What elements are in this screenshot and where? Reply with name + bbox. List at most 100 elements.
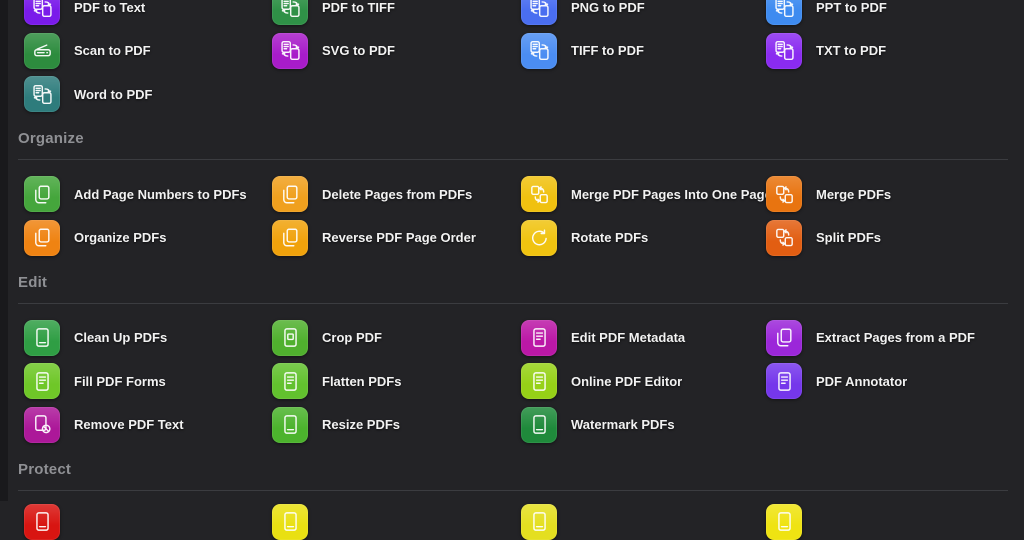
resize-pdfs-icon <box>272 407 308 443</box>
tool-label: Crop PDF <box>322 330 382 345</box>
tool-label: SVG to PDF <box>322 43 395 58</box>
tool-label: Add Page Numbers to PDFs <box>74 187 247 202</box>
reverse-pdf-page-order-icon <box>272 220 308 256</box>
tool-label: PDF to TIFF <box>322 0 395 15</box>
protect-tool-3-icon <box>521 504 557 540</box>
word-to-pdf-icon <box>24 76 60 112</box>
tool-pdf-annotator[interactable]: PDF Annotator <box>766 363 1008 399</box>
tool-label: Remove PDF Text <box>74 417 184 432</box>
tool-png-to-pdf[interactable]: PNG to PDF <box>521 0 766 25</box>
section-divider <box>18 490 1008 491</box>
tool-label: Extract Pages from a PDF <box>816 330 975 345</box>
svg-to-pdf-icon <box>272 33 308 69</box>
tool-fill-pdf-forms[interactable]: Fill PDF Forms <box>24 363 272 399</box>
tool-remove-pdf-text[interactable]: Remove PDF Text <box>24 407 272 443</box>
tool-crop-pdf[interactable]: Crop PDF <box>272 320 521 356</box>
split-pdfs-icon <box>766 220 802 256</box>
section-organize: Organize Add Page Numbers to PDFs Delete … <box>18 130 1008 256</box>
tool-label: PPT to PDF <box>816 0 887 15</box>
section-divider <box>18 303 1008 304</box>
tool-resize-pdfs[interactable]: Resize PDFs <box>272 407 521 443</box>
tool-extract-pages-from-a-pdf[interactable]: Extract Pages from a PDF <box>766 320 1008 356</box>
protect-tool-4-icon <box>766 504 802 540</box>
tool-merge-pdf-pages-into-one-page[interactable]: Merge PDF Pages Into One Page <box>521 176 766 212</box>
tool-pdf-to-text[interactable]: PDF to Text <box>24 0 272 25</box>
tool-label: Edit PDF Metadata <box>571 330 685 345</box>
pdf-to-tiff-icon <box>272 0 308 25</box>
tool-label: PDF to Text <box>74 0 145 15</box>
tool-protect-tool-1[interactable] <box>24 504 272 540</box>
tool-reverse-pdf-page-order[interactable]: Reverse PDF Page Order <box>272 220 521 256</box>
section-divider <box>18 159 1008 160</box>
convert-grid: PDF to Text PDF to TIFF PNG to PDF PPT to P… <box>24 0 1008 112</box>
tool-word-to-pdf[interactable]: Word to PDF <box>24 76 272 112</box>
tool-organize-pdfs[interactable]: Organize PDFs <box>24 220 272 256</box>
tool-label: Merge PDF Pages Into One Page <box>571 187 772 202</box>
tool-label: Watermark PDFs <box>571 417 675 432</box>
remove-pdf-text-icon <box>24 407 60 443</box>
tool-protect-tool-4[interactable] <box>766 504 1008 540</box>
tool-rotate-pdfs[interactable]: Rotate PDFs <box>521 220 766 256</box>
png-to-pdf-icon <box>521 0 557 25</box>
tool-split-pdfs[interactable]: Split PDFs <box>766 220 1008 256</box>
tool-label: Delete Pages from PDFs <box>322 187 472 202</box>
tool-tiff-to-pdf[interactable]: TIFF to PDF <box>521 33 766 69</box>
clean-up-pdfs-icon <box>24 320 60 356</box>
txt-to-pdf-icon <box>766 33 802 69</box>
tool-label: PNG to PDF <box>571 0 645 15</box>
tool-label: Resize PDFs <box>322 417 400 432</box>
edit-grid: Clean Up PDFs Crop PDF Edit PDF Metadata Ex… <box>24 320 1008 443</box>
tool-online-pdf-editor[interactable]: Online PDF Editor <box>521 363 766 399</box>
tool-label: TIFF to PDF <box>571 43 644 58</box>
tool-protect-tool-3[interactable] <box>521 504 766 540</box>
tool-label: Scan to PDF <box>74 43 151 58</box>
tool-edit-pdf-metadata[interactable]: Edit PDF Metadata <box>521 320 766 356</box>
tool-merge-pdfs[interactable]: Merge PDFs <box>766 176 1008 212</box>
merge-pdfs-icon <box>766 176 802 212</box>
tool-label: Split PDFs <box>816 230 881 245</box>
section-title-edit: Edit <box>18 274 1008 292</box>
tool-svg-to-pdf[interactable]: SVG to PDF <box>272 33 521 69</box>
pdf-annotator-icon <box>766 363 802 399</box>
edit-pdf-metadata-icon <box>521 320 557 356</box>
tool-protect-tool-2[interactable] <box>272 504 521 540</box>
protect-tool-1-icon <box>24 504 60 540</box>
tool-label: Clean Up PDFs <box>74 330 167 345</box>
tool-label: Fill PDF Forms <box>74 374 166 389</box>
section-protect: Protect <box>18 461 1008 540</box>
online-pdf-editor-icon <box>521 363 557 399</box>
watermark-pdfs-icon <box>521 407 557 443</box>
fill-pdf-forms-icon <box>24 363 60 399</box>
tiff-to-pdf-icon <box>521 33 557 69</box>
extract-pages-from-a-pdf-icon <box>766 320 802 356</box>
merge-pdf-pages-into-one-page-icon <box>521 176 557 212</box>
add-page-numbers-to-pdfs-icon <box>24 176 60 212</box>
protect-tool-2-icon <box>272 504 308 540</box>
tool-watermark-pdfs[interactable]: Watermark PDFs <box>521 407 766 443</box>
protect-grid <box>24 504 1008 540</box>
tool-label: Flatten PDFs <box>322 374 401 389</box>
flatten-pdfs-icon <box>272 363 308 399</box>
section-title-organize: Organize <box>18 130 1008 148</box>
pdf-to-text-icon <box>24 0 60 25</box>
tool-txt-to-pdf[interactable]: TXT to PDF <box>766 33 1008 69</box>
tool-ppt-to-pdf[interactable]: PPT to PDF <box>766 0 1008 25</box>
ppt-to-pdf-icon <box>766 0 802 25</box>
tool-label: Reverse PDF Page Order <box>322 230 476 245</box>
tool-label: Organize PDFs <box>74 230 166 245</box>
tool-scan-to-pdf[interactable]: Scan to PDF <box>24 33 272 69</box>
tool-label: Merge PDFs <box>816 187 891 202</box>
tool-pdf-to-tiff[interactable]: PDF to TIFF <box>272 0 521 25</box>
tool-clean-up-pdfs[interactable]: Clean Up PDFs <box>24 320 272 356</box>
tool-add-page-numbers-to-pdfs[interactable]: Add Page Numbers to PDFs <box>24 176 272 212</box>
tool-label: TXT to PDF <box>816 43 886 58</box>
tool-label: Rotate PDFs <box>571 230 648 245</box>
tool-delete-pages-from-pdfs[interactable]: Delete Pages from PDFs <box>272 176 521 212</box>
organize-pdfs-icon <box>24 220 60 256</box>
pdf-tools-page: PDF to Text PDF to TIFF PNG to PDF PPT to P… <box>0 0 1024 540</box>
delete-pages-from-pdfs-icon <box>272 176 308 212</box>
rotate-pdfs-icon <box>521 220 557 256</box>
tool-flatten-pdfs[interactable]: Flatten PDFs <box>272 363 521 399</box>
tool-label: Online PDF Editor <box>571 374 682 389</box>
section-edit: Edit Clean Up PDFs Crop PDF Edit PDF Metad… <box>18 274 1008 443</box>
